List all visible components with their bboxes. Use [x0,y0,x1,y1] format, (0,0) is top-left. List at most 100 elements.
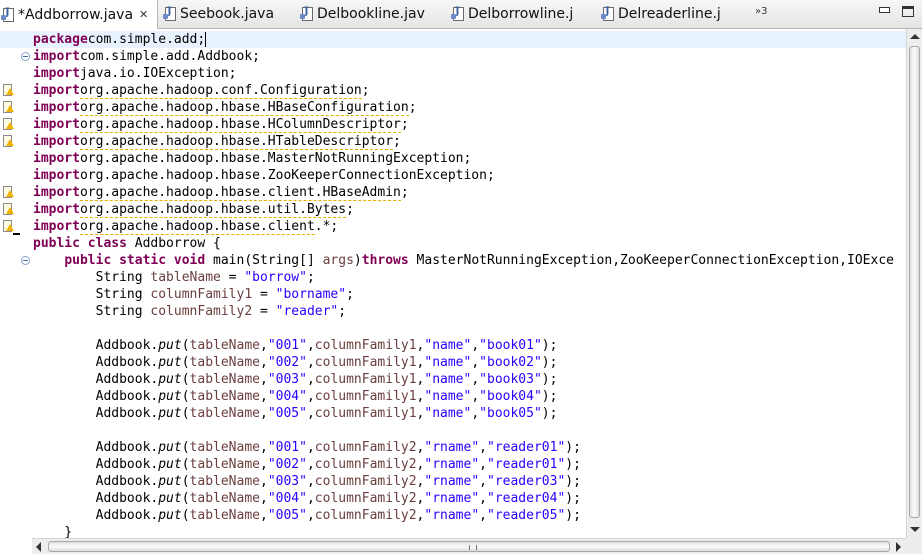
code-token: import [33,100,80,115]
code-token: put [158,406,182,421]
fold-icon[interactable] [21,256,30,265]
tab-seebook[interactable]: Seebook.java [162,0,274,28]
code-token: , [471,389,480,404]
code-line[interactable]: String tableName = "borrow"; [33,269,315,286]
warning-icon[interactable] [2,118,14,130]
code-token: ); [565,508,581,523]
code-token: , [260,474,268,489]
vertical-scroll-thumb[interactable] [909,46,920,518]
scroll-down-icon[interactable] [907,523,922,537]
code-line[interactable]: Addbook.put(tableName,"001",columnFamily… [33,337,558,354]
scroll-left-icon[interactable] [33,539,47,554]
code-token: ; [393,134,401,149]
code-token: ); [541,372,558,387]
code-token: put [158,457,182,472]
scrollbar-left-gap [0,538,32,554]
code-line[interactable]: importorg.apache.hadoop.hbase.HColumnDes… [33,116,409,133]
scroll-right-icon[interactable] [891,539,905,554]
code-token: , [471,355,480,370]
code-token: "name" [424,372,472,387]
code-token: columnFamily1 [314,389,417,404]
code-line[interactable]: Addbook.put(tableName,"001",columnFamily… [33,439,581,456]
code-line[interactable]: Addbook.put(tableName,"004",columnFamily… [33,490,581,507]
code-token: ); [541,338,558,353]
horizontal-scrollbar[interactable] [32,538,906,554]
code-token: tableName [189,355,260,370]
code-line[interactable]: importorg.apache.hadoop.conf.Configurati… [33,82,370,99]
code-token: ( [181,491,190,506]
code-token: org.apache.hadoop.hbase.HTableDescriptor [79,134,394,150]
code-line[interactable]: Addbook.put(tableName,"002",columnFamily… [33,354,558,371]
code-line[interactable]: importorg.apache.hadoop.hbase.MasterNotR… [33,150,471,167]
warning-icon[interactable] [2,220,14,232]
code-line[interactable]: importorg.apache.hadoop.hbase.HBaseConfi… [33,99,417,116]
warning-icon[interactable] [2,135,14,147]
tab-delborrowline[interactable]: Delborrowline.j [450,0,573,28]
code-token: columnFamily2 [314,440,417,455]
scroll-up-icon[interactable] [907,30,922,44]
code-token: import [33,83,80,98]
code-line[interactable]: String columnFamily1 = "borname"; [33,286,354,303]
code-line[interactable]: String columnFamily2 = "reader"; [33,303,346,320]
tab-label: *Addborrow.java [18,6,134,23]
warning-icon[interactable] [2,186,14,198]
tab-overflow-button[interactable]: »3 [755,6,767,17]
vertical-scrollbar[interactable] [906,29,922,538]
code-token: "book05" [479,406,542,421]
horizontal-scroll-thumb[interactable] [48,541,890,552]
code-line[interactable]: Addbook.put(tableName,"004",columnFamily… [33,388,558,405]
fold-icon[interactable] [21,52,30,61]
code-token: tableName [189,372,260,387]
code-line[interactable]: importcom.simple.add.Addbook; [33,48,260,65]
code-token: "003" [267,474,307,489]
code-token: ); [541,355,558,370]
code-token: ; [346,202,354,217]
code-token: ( [181,508,190,523]
code-line[interactable]: Addbook.put(tableName,"002",columnFamily… [33,456,581,473]
code-line[interactable]: public class Addborrow { [33,235,221,252]
code-token: com.simple.add.Addbook; [79,49,260,64]
code-token: "002" [267,355,307,370]
warning-icon[interactable] [2,84,14,96]
code-token: ; [346,287,354,302]
code-line[interactable]: importorg.apache.hadoop.hbase.HTableDesc… [33,133,401,150]
maximize-icon[interactable] [902,6,914,17]
code-line[interactable]: importorg.apache.hadoop.hbase.ZooKeeperC… [33,167,495,184]
folding-ruler [13,29,30,538]
code-token: tableName [150,270,221,285]
warning-icon[interactable] [2,101,14,113]
tab-delbookline[interactable]: Delbookline.jav [299,0,425,28]
code-line[interactable]: Addbook.put(tableName,"003",columnFamily… [33,371,558,388]
code-line[interactable]: importjava.io.IOException; [33,65,237,82]
code-token: import [33,219,80,234]
code-token: Addbook. [33,355,159,370]
tab-addborrow[interactable]: *Addborrow.java ✕ [0,0,158,29]
java-file-icon [1,7,14,22]
code-token: columnFamily2 [314,491,417,506]
text-caret [205,32,207,47]
code-token: com.simple.add; [87,32,206,47]
code-line[interactable]: Addbook.put(tableName,"003",columnFamily… [33,473,581,490]
warning-icon[interactable] [2,203,14,215]
code-line[interactable]: importorg.apache.hadoop.hbase.client.HBa… [33,184,409,201]
tab-delreaderline[interactable]: Delreaderline.j [600,0,721,28]
code-token: Addbook. [33,491,159,506]
code-token: ); [565,474,581,489]
code-line[interactable]: packagecom.simple.add; [0,31,906,48]
code-token: import [33,185,80,200]
code-token: .*; [314,219,339,234]
code-line[interactable]: importorg.apache.hadoop.hbase.client.*; [33,218,338,235]
code-line[interactable]: importorg.apache.hadoop.hbase.util.Bytes… [33,201,354,218]
code-editor[interactable]: packagecom.simple.add; importcom.simple.a… [0,29,906,540]
code-token: ; [361,83,370,98]
code-line[interactable]: Addbook.put(tableName,"005",columnFamily… [33,405,558,422]
close-icon[interactable]: ✕ [139,8,148,21]
code-line[interactable]: public static void main(String[] args)th… [33,252,894,269]
code-token: ; [408,100,417,115]
code-token: , [260,338,268,353]
minimize-icon[interactable] [878,6,890,16]
code-line[interactable]: Addbook.put(tableName,"005",columnFamily… [33,507,581,524]
code-token: columnFamily2 [150,304,253,319]
code-token: "name" [424,338,472,353]
code-token: , [306,406,315,421]
